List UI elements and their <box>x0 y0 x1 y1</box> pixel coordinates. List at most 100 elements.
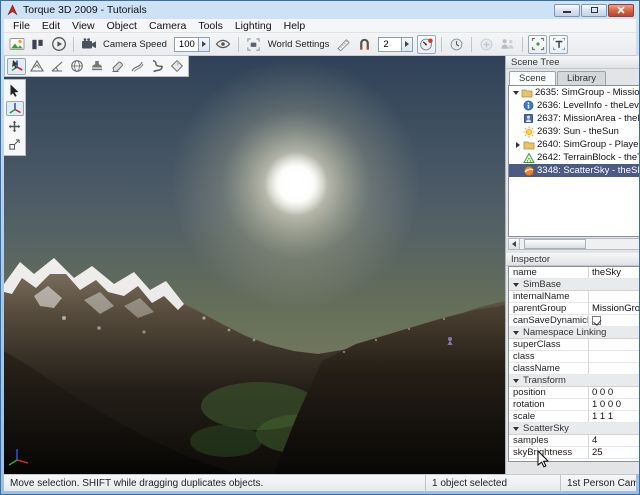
property-value[interactable]: 0 0 0 <box>589 387 640 398</box>
scrollbar-thumb[interactable] <box>524 239 586 249</box>
tree-item-playerdroppoints[interactable]: 2640: SimGroup - PlayerDropP <box>509 138 640 151</box>
camera-speed-value: 100 <box>175 38 198 51</box>
property-value[interactable] <box>589 363 640 374</box>
world-materials-tool[interactable] <box>67 58 86 75</box>
property-value[interactable]: 1 0 0 0 <box>589 399 640 410</box>
window-title: Torque 3D 2009 - Tutorials <box>23 4 147 16</box>
inspector-row-superclass: superClass <box>509 339 640 351</box>
player-list-button[interactable] <box>498 35 517 54</box>
scroll-left-button[interactable] <box>509 239 520 249</box>
property-value[interactable] <box>589 315 640 326</box>
inspector-section-transform[interactable]: Transform <box>509 375 640 387</box>
close-button[interactable] <box>608 4 634 17</box>
text-labels-button[interactable] <box>549 35 568 54</box>
river-icon <box>150 59 164 73</box>
property-name: skyBrightness <box>509 447 589 458</box>
snap-size-dropdown-arrow[interactable] <box>401 38 412 51</box>
property-value[interactable]: 4 <box>589 435 640 446</box>
property-name: superClass <box>509 339 589 350</box>
terrain-ruler-button[interactable] <box>334 35 353 54</box>
scale-tool[interactable] <box>6 137 24 152</box>
menu-object[interactable]: Object <box>101 20 143 32</box>
maximize-button[interactable] <box>581 4 607 17</box>
expander-closed-icon[interactable] <box>513 142 522 148</box>
tree-item-levelinfo[interactable]: 2636: LevelInfo - theLevelInfo <box>509 99 640 112</box>
property-value[interactable] <box>589 351 640 362</box>
terrain-block-icon <box>522 152 535 164</box>
right-panel: Scene Tree Scene Library <box>505 56 640 474</box>
menu-view[interactable]: View <box>66 20 101 32</box>
world-editor-button[interactable] <box>7 35 26 54</box>
frame-selection-icon <box>531 37 545 51</box>
river-tool[interactable] <box>147 58 166 75</box>
property-name: position <box>509 387 589 398</box>
property-value[interactable]: 1 1 1 <box>589 411 640 422</box>
tab-library[interactable]: Library <box>557 71 606 85</box>
camera-icon <box>81 37 97 51</box>
visibility-button[interactable] <box>214 35 233 54</box>
camera-speed-label: Camera Speed <box>103 39 167 50</box>
stamp-tool[interactable] <box>87 58 106 75</box>
time-clock-button[interactable] <box>447 35 466 54</box>
inspector-section-namespace[interactable]: Namespace Linking <box>509 327 640 339</box>
terrain-editor-tool[interactable] <box>27 58 46 75</box>
title-bar[interactable]: Torque 3D 2009 - Tutorials <box>4 1 636 19</box>
snap-size-dropdown[interactable]: 2 <box>378 37 413 52</box>
menu-file[interactable]: File <box>7 20 36 32</box>
snap-magnet-icon <box>358 37 371 51</box>
inspector-section-simbase[interactable]: SimBase <box>509 279 640 291</box>
object-editor-tool[interactable] <box>7 58 26 75</box>
road-tool[interactable] <box>127 58 146 75</box>
scene-tree-tabs: Scene Library <box>506 69 640 85</box>
checkbox-checked[interactable] <box>592 316 601 325</box>
tree-item-missiongroup[interactable]: 2635: SimGroup - MissionGroup <box>509 86 640 99</box>
maximize-icon <box>591 7 598 13</box>
property-value[interactable] <box>589 339 640 350</box>
camera-button[interactable] <box>79 35 98 54</box>
play-button[interactable] <box>49 35 68 54</box>
status-bar: Move selection. SHIFT while dragging dup… <box>4 474 636 491</box>
frame-selection-button[interactable] <box>528 35 547 54</box>
speed-toggle-button[interactable] <box>417 35 436 54</box>
visibility-eye-icon <box>215 37 231 51</box>
minimize-icon <box>563 11 571 13</box>
add-object-button[interactable] <box>477 35 496 54</box>
property-value[interactable]: theSky <box>589 267 640 278</box>
translate-tool[interactable] <box>6 119 24 134</box>
tree-item-missionarea[interactable]: 2637: MissionArea - theMis <box>509 112 640 125</box>
tab-scene[interactable]: Scene <box>509 71 556 85</box>
layout-panels-button[interactable] <box>28 35 47 54</box>
inspector-row-samples: samples 4 <box>509 435 640 447</box>
expander-open-icon[interactable] <box>511 91 520 95</box>
move-gizmo-tool[interactable] <box>6 101 24 116</box>
menu-help[interactable]: Help <box>278 20 312 32</box>
minimize-button[interactable] <box>554 4 580 17</box>
property-name: name <box>509 267 589 278</box>
scene-tree-hscrollbar[interactable] <box>508 238 640 250</box>
inspector-row-internalname: internalName <box>509 291 640 303</box>
menu-bar: File Edit View Object Camera Tools Light… <box>4 19 636 33</box>
property-value[interactable] <box>589 291 640 302</box>
slope-tool[interactable] <box>47 58 66 75</box>
menu-edit[interactable]: Edit <box>36 20 66 32</box>
property-value[interactable]: 25 <box>589 447 640 458</box>
property-value[interactable]: MissionGroup <box>589 303 640 314</box>
terrain-editor-icon <box>30 59 44 73</box>
inspector-section-scattersky[interactable]: ScatterSky <box>509 423 640 435</box>
select-tool[interactable] <box>6 83 24 98</box>
scale-icon <box>8 138 21 151</box>
snap-magnet-button[interactable] <box>355 35 374 54</box>
tree-item-scattersky[interactable]: 3348: ScatterSky - theSky <box>509 164 640 177</box>
tree-item-terrainblock[interactable]: 2642: TerrainBlock - theTerrain <box>509 151 640 164</box>
tree-item-sun[interactable]: 2639: Sun - theSun <box>509 125 640 138</box>
camera-speed-dropdown-arrow[interactable] <box>198 38 209 51</box>
camera-speed-dropdown[interactable]: 100 <box>174 37 210 52</box>
menu-lighting[interactable]: Lighting <box>229 20 278 32</box>
menu-tools[interactable]: Tools <box>192 20 229 32</box>
decal-tool[interactable] <box>167 58 186 75</box>
menu-camera[interactable]: Camera <box>143 20 192 32</box>
globe-icon <box>70 59 84 73</box>
frame-camera-button[interactable] <box>244 35 263 54</box>
eraser-tool[interactable] <box>107 58 126 75</box>
viewport-3d[interactable] <box>4 56 505 474</box>
